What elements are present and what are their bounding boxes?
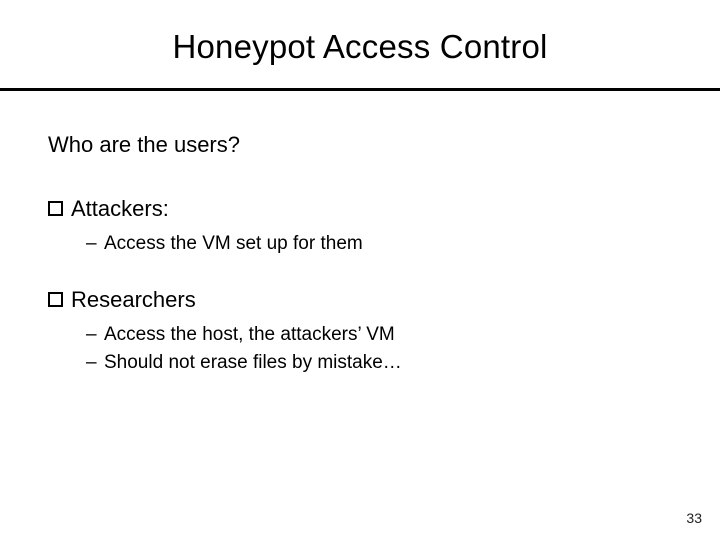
- lead-question: Who are the users?: [48, 131, 672, 159]
- dash-icon: –: [86, 351, 104, 375]
- bullet-row: Researchers: [48, 286, 672, 314]
- bullet-row: Attackers:: [48, 195, 672, 223]
- dash-icon: –: [86, 323, 104, 347]
- list-item: Attackers: –Access the VM set up for the…: [48, 195, 672, 256]
- list-item: Researchers –Access the host, the attack…: [48, 286, 672, 375]
- sub-item: –Access the host, the attackers’ VM: [86, 323, 672, 347]
- sub-text: Access the VM set up for them: [104, 233, 363, 254]
- slide-body: Who are the users? Attackers: –Access th…: [0, 91, 720, 375]
- square-bullet-icon: [48, 292, 63, 307]
- sub-list: –Access the VM set up for them: [48, 232, 672, 256]
- sub-item: –Access the VM set up for them: [86, 232, 672, 256]
- slide-title: Honeypot Access Control: [0, 28, 720, 66]
- square-bullet-icon: [48, 201, 63, 216]
- slide: Honeypot Access Control Who are the user…: [0, 0, 720, 540]
- sub-text: Should not erase files by mistake…: [104, 352, 402, 373]
- title-area: Honeypot Access Control: [0, 0, 720, 66]
- item-label: Researchers: [71, 286, 196, 314]
- sub-item: –Should not erase files by mistake…: [86, 351, 672, 375]
- dash-icon: –: [86, 232, 104, 256]
- item-label: Attackers:: [71, 195, 169, 223]
- page-number: 33: [686, 510, 702, 526]
- sub-list: –Access the host, the attackers’ VM –Sho…: [48, 323, 672, 375]
- sub-text: Access the host, the attackers’ VM: [104, 324, 395, 345]
